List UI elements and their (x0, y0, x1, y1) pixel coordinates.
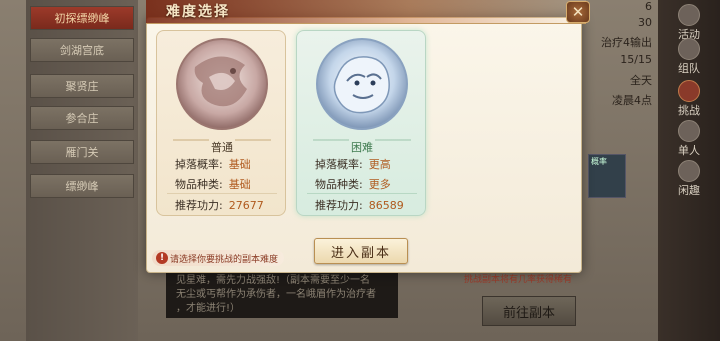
gift-icon (678, 4, 700, 26)
dungeon-item[interactable]: 聚贤庄 (30, 74, 134, 98)
item-type-value: 更多 (368, 178, 391, 191)
dungeon-info: 6 30 治疗4输出 15/15 全天 凌晨4点 (580, 0, 656, 240)
desc-line: 无尘或丐帮作为承伤者，一名峨眉作为治疗者 (176, 289, 376, 300)
dungeon-item[interactable]: 剑湖宫底 (30, 38, 134, 62)
power-value: 86589 (368, 199, 404, 212)
difficulty-card-normal[interactable]: 普通 掉落概率: 基础 物品种类: 基础 推荐功力: 27677 (156, 30, 286, 216)
dungeon-description: 见星难，需先力战强敌!（副本需要至少一名 无尘或丐帮作为承伤者，一名峨眉作为治疗… (166, 266, 398, 318)
power-row: 推荐功力: 86589 (315, 197, 404, 213)
difficulty-name: 困难 (351, 141, 373, 154)
nav-team[interactable]: 组队 (664, 36, 714, 80)
info-value: 30 (638, 16, 652, 29)
single-icon (678, 120, 700, 142)
info-value: 全天 (630, 74, 652, 87)
item-type-row: 物品种类: 更多 (315, 176, 391, 192)
dialog-title: 难度选择 (166, 4, 230, 20)
power-row: 推荐功力: 27677 (175, 197, 264, 213)
enter-dungeon-button[interactable]: 进入副本 (314, 238, 408, 264)
nav-leisure[interactable]: 闲趣 (664, 158, 714, 202)
drop-rate-value: 更高 (368, 158, 391, 171)
drop-rate-label: 掉落概率: (315, 158, 363, 171)
goto-dungeon-button[interactable]: 前往副本 (482, 296, 576, 326)
item-type-row: 物品种类: 基础 (175, 176, 251, 192)
info-value: 6 (645, 0, 652, 13)
leisure-icon (678, 160, 700, 182)
power-label: 推荐功力: (175, 199, 223, 212)
nav-single[interactable]: 单人 (664, 118, 714, 162)
hint-text: 请选择你要挑战的副本难度 (170, 254, 279, 265)
nav-label: 挑战 (678, 104, 700, 117)
dungeon-item[interactable]: 缥缈峰 (30, 174, 134, 198)
difficulty-hint: ! 请选择你要挑战的副本难度 (152, 250, 285, 266)
desc-line: 见星难，需先力战强敌!（副本需要至少一名 (176, 275, 371, 286)
info-value: 治疗4输出 (601, 36, 652, 49)
power-value: 27677 (228, 199, 264, 212)
hard-emblem-icon (315, 37, 409, 131)
difficulty-name: 普通 (211, 141, 233, 154)
reward-note: 挑战副本将有几率获得稀有 (464, 275, 573, 285)
drop-rate-label: 掉落概率: (175, 158, 223, 171)
challenge-icon (678, 80, 700, 102)
card-divider (307, 193, 417, 194)
item-type-label: 物品种类: (175, 178, 223, 191)
team-icon (678, 38, 700, 60)
drop-rate-row: 掉落概率: 基础 (175, 156, 251, 172)
dungeon-item[interactable]: 雁门关 (30, 140, 134, 164)
info-value: 凌晨4点 (612, 94, 652, 107)
desc-line: ，才能进行!） (176, 303, 241, 314)
thumb-badge: 概率 (591, 157, 607, 166)
dungeon-item[interactable]: 初探缥缈峰 (30, 6, 134, 30)
dungeon-list: 初探缥缈峰 剑湖宫底 聚贤庄 参合庄 雁门关 缥缈峰 (26, 0, 138, 341)
drop-rate-value: 基础 (228, 158, 251, 171)
power-label: 推荐功力: (315, 199, 363, 212)
normal-emblem-icon (175, 37, 269, 131)
card-divider (167, 193, 277, 194)
nav-label: 单人 (678, 144, 700, 157)
dungeon-item[interactable]: 参合庄 (30, 106, 134, 130)
close-icon: ✕ (571, 3, 585, 21)
item-type-label: 物品种类: (315, 178, 363, 191)
close-button[interactable]: ✕ (566, 1, 590, 23)
item-type-value: 基础 (228, 178, 251, 191)
nav-label: 闲趣 (678, 184, 700, 197)
nav-label: 组队 (678, 62, 700, 75)
alert-icon: ! (156, 252, 168, 264)
reward-thumbnail[interactable]: 概率 (588, 154, 626, 198)
side-nav: 活动 组队 挑战 单人 闲趣 (658, 0, 720, 341)
drop-rate-row: 掉落概率: 更高 (315, 156, 391, 172)
info-value: 15/15 (620, 53, 652, 66)
nav-challenge[interactable]: 挑战 (664, 78, 714, 122)
difficulty-card-hard[interactable]: 困难 掉落概率: 更高 物品种类: 更多 推荐功力: 86589 (296, 30, 426, 216)
